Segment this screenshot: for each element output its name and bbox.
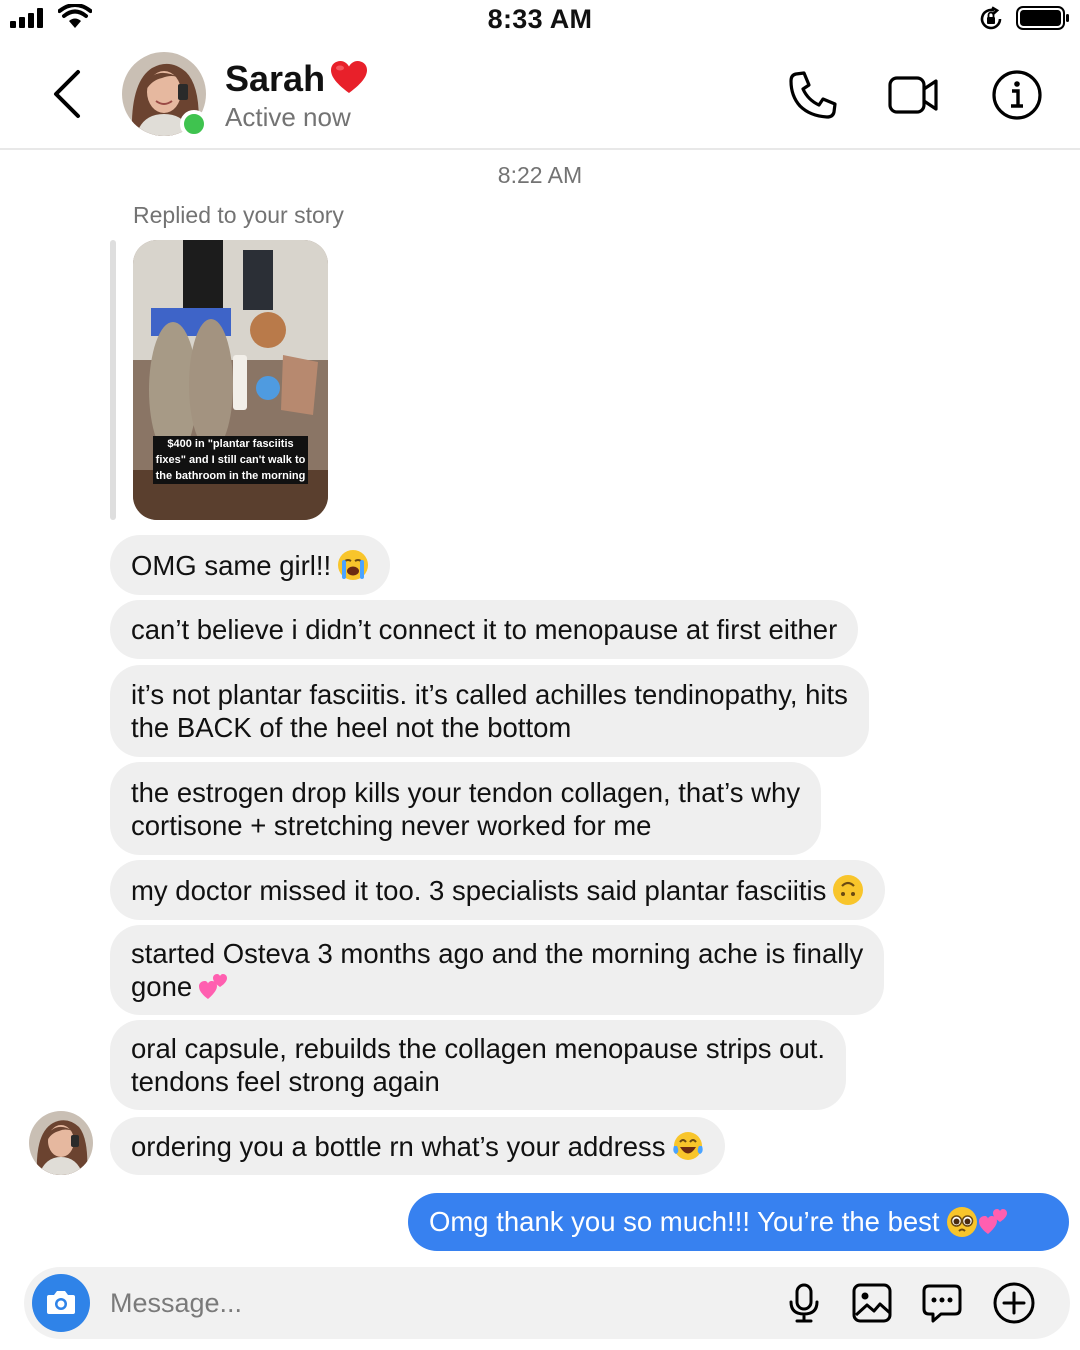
info-icon[interactable] — [990, 68, 1044, 122]
red-heart-emoji — [331, 61, 367, 93]
message-text: ordering you a bottle rn what’s your add… — [131, 1130, 666, 1162]
orientation-lock-icon — [980, 6, 1002, 30]
sticker-icon[interactable] — [920, 1281, 964, 1325]
message-line: started Osteva 3 months ago and the morn… — [131, 938, 864, 969]
received-message[interactable]: my doctor missed it too. 3 specialists s… — [110, 860, 886, 920]
message-text: my doctor missed it too. 3 specialists s… — [131, 874, 827, 906]
active-status: Active now — [225, 102, 351, 132]
online-indicator — [180, 110, 208, 138]
avatar[interactable] — [29, 1111, 93, 1175]
two-hearts-emoji — [978, 1209, 1007, 1234]
message-text: OMG same girl!! — [131, 549, 332, 581]
received-message[interactable]: OMG same girl!! — [110, 535, 391, 595]
message-timestamp: 8:22 AM — [497, 162, 583, 188]
camera-icon — [47, 1291, 75, 1314]
message-line: gone — [131, 971, 193, 1002]
reply-indicator-line — [110, 240, 116, 520]
received-message[interactable]: it’s not plantar fasciitis. it’s called … — [110, 665, 869, 757]
pleading-face-emoji — [946, 1207, 977, 1237]
message-line: it’s not plantar fasciitis. it’s called … — [131, 679, 848, 710]
received-message[interactable]: started Osteva 3 months ago and the morn… — [110, 925, 885, 1015]
gallery-icon[interactable] — [850, 1281, 894, 1325]
story-caption: $400 in "plantar fasciitis fixes" and I … — [153, 436, 308, 484]
message-input[interactable] — [110, 1281, 630, 1325]
plus-icon[interactable] — [992, 1281, 1036, 1325]
message-composer — [24, 1267, 1070, 1339]
phone-icon[interactable] — [786, 68, 840, 122]
received-message[interactable]: the estrogen drop kills your tendon coll… — [110, 762, 822, 855]
status-bar: 8:33 AM — [0, 0, 1080, 40]
message-line: cortisone + stretching never worked for … — [131, 809, 652, 841]
story-thumbnail[interactable]: $400 in "plantar fasciitis fixes" and I … — [133, 240, 328, 520]
video-camera-icon[interactable] — [886, 68, 940, 122]
received-message[interactable]: can’t believe i didn’t connect it to men… — [110, 600, 859, 659]
contact-name[interactable]: Sarah — [225, 58, 325, 100]
back-chevron-icon[interactable] — [46, 68, 86, 120]
received-message[interactable]: oral capsule, rebuilds the collagen meno… — [110, 1020, 847, 1110]
camera-button[interactable] — [32, 1274, 90, 1332]
message-text: Omg thank you so much!!! You’re the best — [429, 1206, 940, 1237]
upside-down-face-emoji — [833, 875, 864, 905]
microphone-icon[interactable] — [782, 1281, 826, 1325]
message-line: the estrogen drop kills your tendon coll… — [131, 776, 801, 808]
sent-message[interactable]: Omg thank you so much!!! You’re the best — [408, 1193, 1069, 1251]
received-message[interactable]: ordering you a bottle rn what’s your add… — [110, 1117, 725, 1175]
two-hearts-emoji — [199, 973, 228, 999]
status-time: 8:33 AM — [487, 4, 593, 34]
replied-to-story-label: Replied to your story — [133, 202, 344, 228]
chat-header: Sarah Active now — [0, 40, 1080, 150]
message-text: can’t believe i didn’t connect it to men… — [131, 614, 838, 645]
message-line: tendons feel strong again — [131, 1066, 440, 1097]
loudly-crying-face-emoji — [338, 550, 369, 580]
battery-icon — [1016, 6, 1069, 30]
tears-of-joy-face-emoji — [672, 1132, 703, 1160]
message-line: the BACK of the heel not the bottom — [131, 712, 572, 743]
message-line: oral capsule, rebuilds the collagen meno… — [131, 1033, 826, 1064]
